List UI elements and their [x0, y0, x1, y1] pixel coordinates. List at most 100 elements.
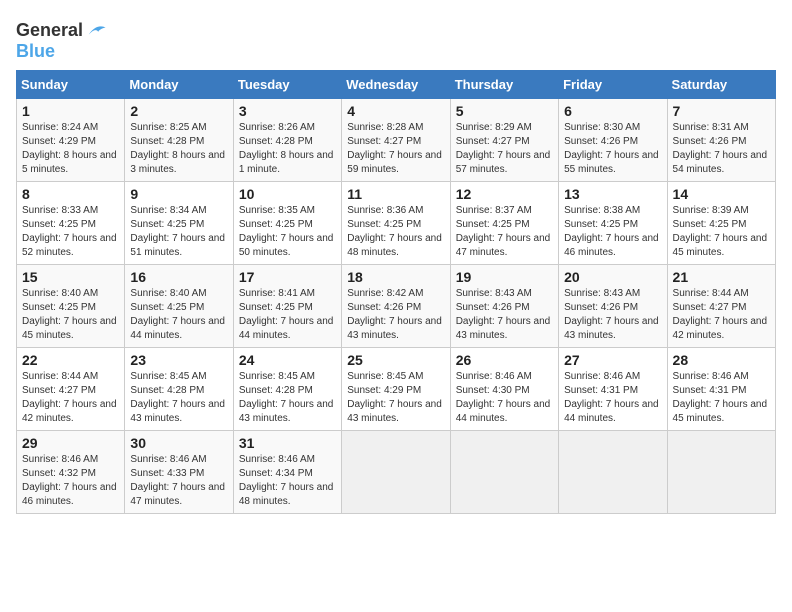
day-info: Sunrise: 8:46 AM Sunset: 4:33 PM Dayligh…: [130, 453, 227, 509]
day-info: Sunrise: 8:40 AM Sunset: 4:25 PM Dayligh…: [22, 287, 119, 343]
day-number: 8: [22, 186, 119, 202]
day-number: 10: [239, 186, 336, 202]
logo-text-line1: General: [16, 21, 83, 41]
calendar-week-row: 1 Sunrise: 8:24 AM Sunset: 4:29 PM Dayli…: [17, 99, 776, 182]
calendar-day-cell: 13 Sunrise: 8:38 AM Sunset: 4:25 PM Dayl…: [559, 182, 667, 265]
day-info: Sunrise: 8:43 AM Sunset: 4:26 PM Dayligh…: [456, 287, 553, 343]
day-number: 16: [130, 269, 227, 285]
day-number: 22: [22, 352, 119, 368]
calendar-day-cell: 2 Sunrise: 8:25 AM Sunset: 4:28 PM Dayli…: [125, 99, 233, 182]
calendar-day-cell: 9 Sunrise: 8:34 AM Sunset: 4:25 PM Dayli…: [125, 182, 233, 265]
dow-header: Monday: [125, 71, 233, 99]
day-number: 28: [673, 352, 770, 368]
calendar-day-cell: 20 Sunrise: 8:43 AM Sunset: 4:26 PM Dayl…: [559, 265, 667, 348]
day-info: Sunrise: 8:41 AM Sunset: 4:25 PM Dayligh…: [239, 287, 336, 343]
calendar-day-cell: [667, 431, 775, 514]
day-info: Sunrise: 8:37 AM Sunset: 4:25 PM Dayligh…: [456, 204, 553, 260]
dow-header: Saturday: [667, 71, 775, 99]
day-number: 23: [130, 352, 227, 368]
calendar-day-cell: 31 Sunrise: 8:46 AM Sunset: 4:34 PM Dayl…: [233, 431, 341, 514]
calendar-day-cell: 7 Sunrise: 8:31 AM Sunset: 4:26 PM Dayli…: [667, 99, 775, 182]
day-info: Sunrise: 8:46 AM Sunset: 4:34 PM Dayligh…: [239, 453, 336, 509]
calendar-day-cell: 30 Sunrise: 8:46 AM Sunset: 4:33 PM Dayl…: [125, 431, 233, 514]
calendar-day-cell: [450, 431, 558, 514]
day-number: 24: [239, 352, 336, 368]
day-number: 14: [673, 186, 770, 202]
day-info: Sunrise: 8:44 AM Sunset: 4:27 PM Dayligh…: [673, 287, 770, 343]
calendar-day-cell: 11 Sunrise: 8:36 AM Sunset: 4:25 PM Dayl…: [342, 182, 450, 265]
day-number: 19: [456, 269, 553, 285]
logo-bird-icon: [85, 20, 107, 42]
logo: General Blue: [16, 20, 107, 62]
day-info: Sunrise: 8:43 AM Sunset: 4:26 PM Dayligh…: [564, 287, 661, 343]
calendar-day-cell: 21 Sunrise: 8:44 AM Sunset: 4:27 PM Dayl…: [667, 265, 775, 348]
calendar-day-cell: 28 Sunrise: 8:46 AM Sunset: 4:31 PM Dayl…: [667, 348, 775, 431]
day-info: Sunrise: 8:26 AM Sunset: 4:28 PM Dayligh…: [239, 121, 336, 177]
day-number: 17: [239, 269, 336, 285]
day-number: 13: [564, 186, 661, 202]
day-number: 12: [456, 186, 553, 202]
calendar-day-cell: 22 Sunrise: 8:44 AM Sunset: 4:27 PM Dayl…: [17, 348, 125, 431]
day-info: Sunrise: 8:42 AM Sunset: 4:26 PM Dayligh…: [347, 287, 444, 343]
day-number: 1: [22, 103, 119, 119]
day-info: Sunrise: 8:25 AM Sunset: 4:28 PM Dayligh…: [130, 121, 227, 177]
calendar-week-row: 15 Sunrise: 8:40 AM Sunset: 4:25 PM Dayl…: [17, 265, 776, 348]
calendar-day-cell: 23 Sunrise: 8:45 AM Sunset: 4:28 PM Dayl…: [125, 348, 233, 431]
calendar-week-row: 8 Sunrise: 8:33 AM Sunset: 4:25 PM Dayli…: [17, 182, 776, 265]
calendar-day-cell: 26 Sunrise: 8:46 AM Sunset: 4:30 PM Dayl…: [450, 348, 558, 431]
day-info: Sunrise: 8:34 AM Sunset: 4:25 PM Dayligh…: [130, 204, 227, 260]
day-info: Sunrise: 8:40 AM Sunset: 4:25 PM Dayligh…: [130, 287, 227, 343]
calendar-day-cell: 6 Sunrise: 8:30 AM Sunset: 4:26 PM Dayli…: [559, 99, 667, 182]
calendar-day-cell: 8 Sunrise: 8:33 AM Sunset: 4:25 PM Dayli…: [17, 182, 125, 265]
day-number: 26: [456, 352, 553, 368]
dow-header: Sunday: [17, 71, 125, 99]
calendar-day-cell: [342, 431, 450, 514]
calendar-week-row: 29 Sunrise: 8:46 AM Sunset: 4:32 PM Dayl…: [17, 431, 776, 514]
day-number: 2: [130, 103, 227, 119]
day-info: Sunrise: 8:46 AM Sunset: 4:32 PM Dayligh…: [22, 453, 119, 509]
day-number: 6: [564, 103, 661, 119]
calendar-day-cell: 17 Sunrise: 8:41 AM Sunset: 4:25 PM Dayl…: [233, 265, 341, 348]
calendar-day-cell: 12 Sunrise: 8:37 AM Sunset: 4:25 PM Dayl…: [450, 182, 558, 265]
day-info: Sunrise: 8:36 AM Sunset: 4:25 PM Dayligh…: [347, 204, 444, 260]
day-number: 21: [673, 269, 770, 285]
day-info: Sunrise: 8:46 AM Sunset: 4:30 PM Dayligh…: [456, 370, 553, 426]
day-info: Sunrise: 8:29 AM Sunset: 4:27 PM Dayligh…: [456, 121, 553, 177]
calendar-day-cell: 24 Sunrise: 8:45 AM Sunset: 4:28 PM Dayl…: [233, 348, 341, 431]
day-number: 30: [130, 435, 227, 451]
day-info: Sunrise: 8:39 AM Sunset: 4:25 PM Dayligh…: [673, 204, 770, 260]
calendar-week-row: 22 Sunrise: 8:44 AM Sunset: 4:27 PM Dayl…: [17, 348, 776, 431]
day-number: 27: [564, 352, 661, 368]
day-number: 20: [564, 269, 661, 285]
logo-text-line2: Blue: [16, 41, 55, 61]
day-number: 3: [239, 103, 336, 119]
calendar-day-cell: 1 Sunrise: 8:24 AM Sunset: 4:29 PM Dayli…: [17, 99, 125, 182]
day-info: Sunrise: 8:24 AM Sunset: 4:29 PM Dayligh…: [22, 121, 119, 177]
calendar-day-cell: 10 Sunrise: 8:35 AM Sunset: 4:25 PM Dayl…: [233, 182, 341, 265]
calendar-day-cell: 3 Sunrise: 8:26 AM Sunset: 4:28 PM Dayli…: [233, 99, 341, 182]
day-info: Sunrise: 8:35 AM Sunset: 4:25 PM Dayligh…: [239, 204, 336, 260]
day-info: Sunrise: 8:31 AM Sunset: 4:26 PM Dayligh…: [673, 121, 770, 177]
days-of-week-row: SundayMondayTuesdayWednesdayThursdayFrid…: [17, 71, 776, 99]
day-info: Sunrise: 8:45 AM Sunset: 4:29 PM Dayligh…: [347, 370, 444, 426]
day-info: Sunrise: 8:38 AM Sunset: 4:25 PM Dayligh…: [564, 204, 661, 260]
day-number: 25: [347, 352, 444, 368]
calendar-day-cell: 18 Sunrise: 8:42 AM Sunset: 4:26 PM Dayl…: [342, 265, 450, 348]
day-info: Sunrise: 8:44 AM Sunset: 4:27 PM Dayligh…: [22, 370, 119, 426]
calendar-table: SundayMondayTuesdayWednesdayThursdayFrid…: [16, 70, 776, 514]
page-header: General Blue: [16, 16, 776, 62]
day-info: Sunrise: 8:45 AM Sunset: 4:28 PM Dayligh…: [130, 370, 227, 426]
calendar-day-cell: 4 Sunrise: 8:28 AM Sunset: 4:27 PM Dayli…: [342, 99, 450, 182]
calendar-day-cell: 27 Sunrise: 8:46 AM Sunset: 4:31 PM Dayl…: [559, 348, 667, 431]
day-number: 29: [22, 435, 119, 451]
day-number: 7: [673, 103, 770, 119]
day-info: Sunrise: 8:45 AM Sunset: 4:28 PM Dayligh…: [239, 370, 336, 426]
day-info: Sunrise: 8:46 AM Sunset: 4:31 PM Dayligh…: [564, 370, 661, 426]
day-number: 31: [239, 435, 336, 451]
day-number: 11: [347, 186, 444, 202]
day-number: 5: [456, 103, 553, 119]
day-number: 9: [130, 186, 227, 202]
day-info: Sunrise: 8:33 AM Sunset: 4:25 PM Dayligh…: [22, 204, 119, 260]
day-number: 4: [347, 103, 444, 119]
calendar-day-cell: 16 Sunrise: 8:40 AM Sunset: 4:25 PM Dayl…: [125, 265, 233, 348]
